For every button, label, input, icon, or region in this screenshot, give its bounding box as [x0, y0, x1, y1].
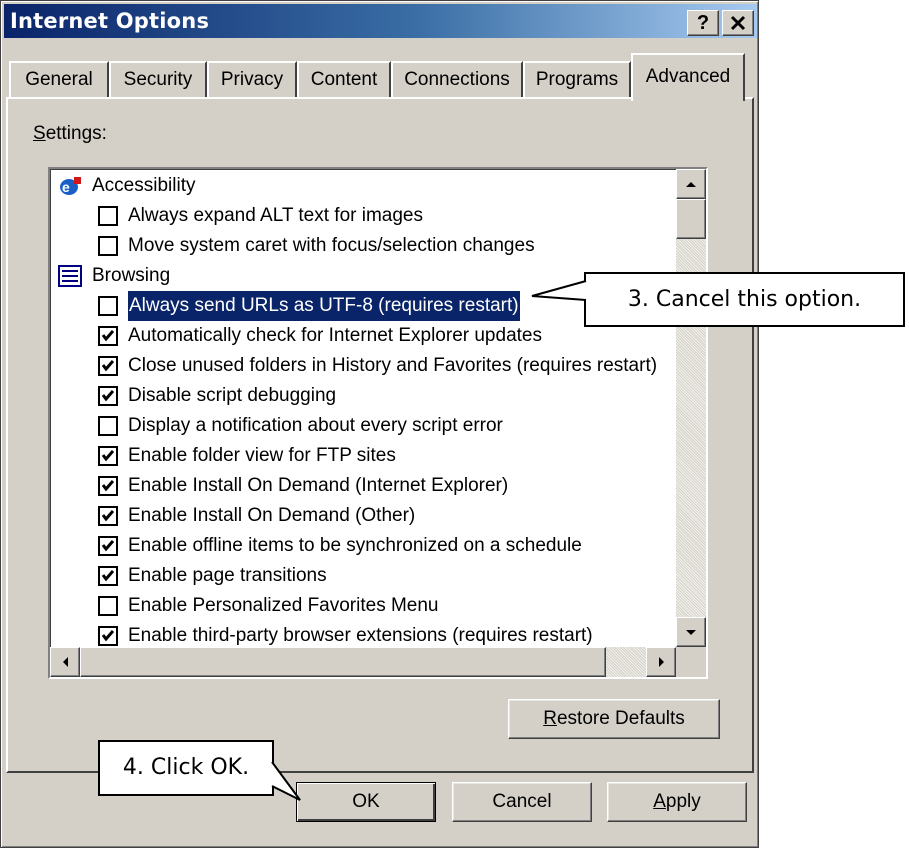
tab-general[interactable]: General	[9, 61, 109, 99]
checkbox-unchecked[interactable]	[98, 236, 118, 256]
cancel-button[interactable]: Cancel	[452, 782, 592, 822]
settings-item-label: Always expand ALT text for images	[128, 205, 424, 226]
checkbox-unchecked[interactable]	[98, 416, 118, 436]
tab-connections[interactable]: Connections	[391, 61, 523, 99]
checkbox-checked[interactable]	[98, 506, 118, 526]
check-icon	[101, 450, 115, 462]
restore-defaults-button[interactable]: Restore Defaults	[508, 699, 720, 739]
check-icon	[101, 540, 115, 552]
horizontal-scrollbar[interactable]	[50, 647, 676, 677]
scroll-up-button[interactable]	[676, 169, 706, 199]
settings-item-label: Enable folder view for FTP sites	[128, 445, 396, 466]
settings-item-label: Accessibility	[92, 175, 196, 196]
checkbox-unchecked[interactable]	[98, 206, 118, 226]
title-bar[interactable]: Internet Options ?	[4, 4, 757, 38]
checkbox-checked[interactable]	[98, 536, 118, 556]
arrow-left-icon	[63, 657, 68, 667]
arrow-right-icon	[659, 657, 664, 667]
callout-cancel-option: 3. Cancel this option.	[584, 272, 905, 327]
checkbox-checked[interactable]	[98, 566, 118, 586]
arrow-up-icon	[686, 182, 696, 187]
check-icon	[101, 570, 115, 582]
check-icon	[101, 360, 115, 372]
settings-item-label: Enable page transitions	[128, 565, 327, 586]
check-icon	[101, 330, 115, 342]
tab-security[interactable]: Security	[109, 61, 207, 99]
arrow-down-icon	[686, 630, 696, 635]
advanced-panel: Settings: e Accessibility Always expand AL…	[6, 97, 754, 773]
internet-options-dialog: Internet Options ? General Security Priv…	[0, 0, 759, 848]
settings-item-label: Enable Install On Demand (Internet Explo…	[128, 475, 509, 496]
checkbox-unchecked[interactable]	[98, 296, 118, 316]
svg-text:e: e	[62, 179, 70, 195]
scrollbar-corner	[676, 647, 706, 677]
check-icon	[101, 480, 115, 492]
scroll-down-button[interactable]	[676, 617, 706, 647]
close-button[interactable]	[722, 10, 754, 36]
settings-label: Settings:	[33, 123, 107, 144]
horizontal-scroll-thumb[interactable]	[80, 647, 606, 677]
scroll-right-button[interactable]	[646, 647, 676, 677]
checkbox-checked[interactable]	[98, 326, 118, 346]
window-title: Internet Options	[10, 9, 210, 33]
checkbox-checked[interactable]	[98, 626, 118, 646]
scroll-left-button[interactable]	[50, 647, 80, 677]
checkbox-checked[interactable]	[98, 386, 118, 406]
close-icon	[730, 15, 746, 31]
settings-list[interactable]: e Accessibility Always expand ALT text for…	[48, 167, 708, 679]
help-button[interactable]: ?	[687, 10, 719, 36]
ok-button[interactable]: OK	[296, 782, 436, 822]
vertical-scroll-thumb[interactable]	[676, 199, 706, 239]
check-icon	[101, 630, 115, 642]
settings-item-label: Browsing	[92, 265, 171, 286]
settings-item-label: Enable offline items to be synchronized …	[128, 535, 582, 556]
settings-item-label: Automatically check for Internet Explore…	[128, 325, 542, 346]
checkbox-checked[interactable]	[98, 446, 118, 466]
tab-content[interactable]: Content	[297, 61, 391, 99]
vertical-scrollbar[interactable]	[676, 169, 706, 647]
settings-item-label: Disable script debugging	[128, 385, 337, 406]
checkbox-checked[interactable]	[98, 476, 118, 496]
checkbox-unchecked[interactable]	[98, 596, 118, 616]
browsing-icon	[58, 265, 82, 287]
check-icon	[101, 390, 115, 402]
apply-button[interactable]: Apply	[607, 782, 747, 822]
settings-item-label: Move system caret with focus/selection c…	[128, 235, 535, 256]
accessibility-icon: e	[58, 175, 82, 197]
callout-click-ok: 4. Click OK.	[98, 740, 274, 796]
tab-programs[interactable]: Programs	[523, 61, 631, 99]
check-icon	[101, 510, 115, 522]
checkbox-checked[interactable]	[98, 356, 118, 376]
settings-item-label: Always send URLs as UTF-8 (requires rest…	[127, 290, 521, 322]
tab-advanced[interactable]: Advanced	[631, 53, 745, 101]
tab-privacy[interactable]: Privacy	[207, 61, 297, 99]
settings-item-label: Close unused folders in History and Favo…	[128, 355, 658, 376]
settings-item-label: Enable Personalized Favorites Menu	[128, 595, 439, 616]
settings-item-label: Display a notification about every scrip…	[128, 415, 503, 436]
settings-item-label: Enable Install On Demand (Other)	[128, 505, 416, 526]
